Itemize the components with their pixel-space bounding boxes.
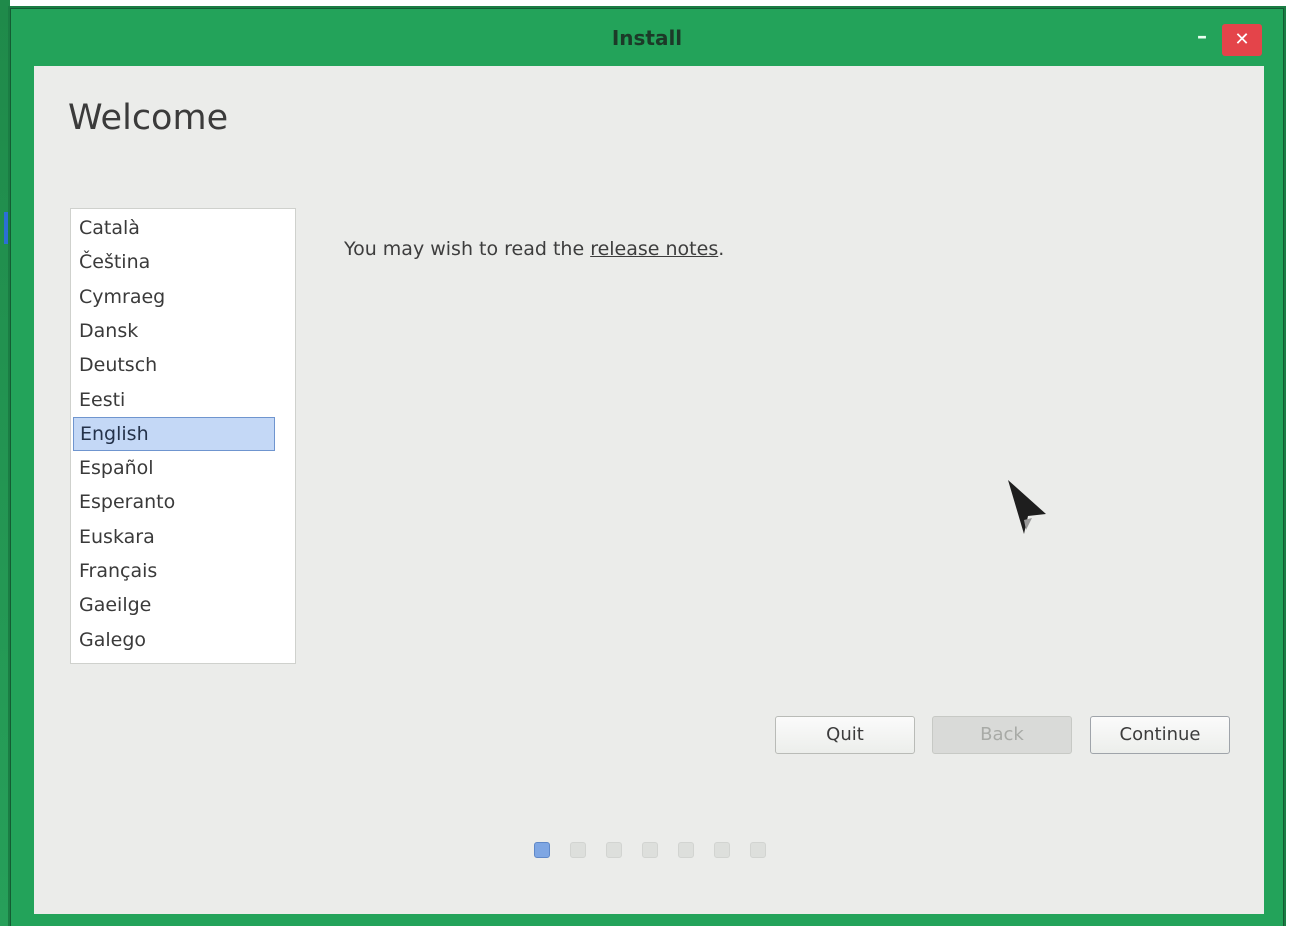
window-content: Welcome Català Čeština Cymraeg Dansk Deutsch… [34, 66, 1264, 914]
title-bar[interactable]: Install – ✕ [10, 8, 1284, 68]
language-item[interactable]: Dansk [73, 314, 275, 348]
continue-button[interactable]: Continue [1090, 716, 1230, 754]
step-dot [714, 842, 730, 858]
language-list[interactable]: Català Čeština Cymraeg Dansk Deutsch Eesti Eng… [70, 208, 296, 664]
language-item[interactable]: Deutsch [73, 348, 275, 382]
language-item[interactable]: Čeština [73, 245, 275, 279]
language-item[interactable]: English [73, 416, 275, 451]
minimize-button[interactable]: – [1190, 26, 1214, 50]
release-notes-suffix: . [718, 238, 725, 260]
language-item[interactable]: Español [73, 451, 275, 485]
language-item[interactable]: Català [73, 211, 275, 245]
page-title: Welcome [68, 98, 229, 138]
step-dot [678, 842, 694, 858]
step-indicator [534, 842, 794, 862]
step-dot [642, 842, 658, 858]
step-dot [534, 842, 550, 858]
mouse-pointer-icon [1008, 480, 1046, 534]
language-item[interactable]: Cymraeg [73, 280, 275, 314]
release-notes-link[interactable]: release notes [590, 238, 718, 260]
step-dot [570, 842, 586, 858]
language-item[interactable]: Gaeilge [73, 588, 275, 622]
release-notes-prefix: You may wish to read the [344, 238, 591, 260]
close-button[interactable]: ✕ [1222, 24, 1262, 56]
back-button: Back [932, 716, 1072, 754]
language-item[interactable]: Esperanto [73, 485, 275, 519]
step-dot [606, 842, 622, 858]
language-item[interactable]: Eesti [73, 383, 275, 417]
release-notes-text: You may wish to read the release notes. [344, 238, 724, 260]
window-title: Install [611, 26, 683, 50]
step-dot [750, 842, 766, 858]
language-item[interactable]: Euskara [73, 520, 275, 554]
quit-button[interactable]: Quit [775, 716, 915, 754]
language-item[interactable]: Français [73, 554, 275, 588]
desktop: x Install – ✕ Welcome CatalàČeštinaCymra… [0, 0, 1292, 934]
desktop-bottom [0, 926, 1292, 934]
installer-window: Install – ✕ Welcome Català Čeština Cymraeg… [8, 6, 1286, 930]
language-item[interactable]: Galego [73, 623, 275, 657]
